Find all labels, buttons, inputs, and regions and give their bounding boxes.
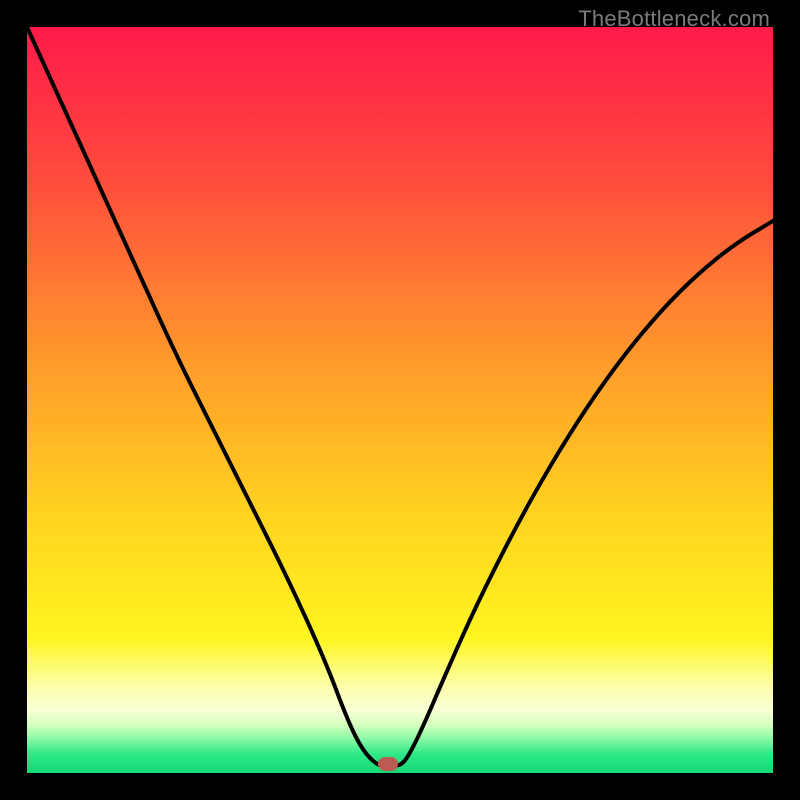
plot-area: [27, 27, 773, 773]
chart-frame: TheBottleneck.com: [0, 0, 800, 800]
bottleneck-curve: [27, 27, 773, 773]
optimal-point-marker: [378, 757, 398, 771]
